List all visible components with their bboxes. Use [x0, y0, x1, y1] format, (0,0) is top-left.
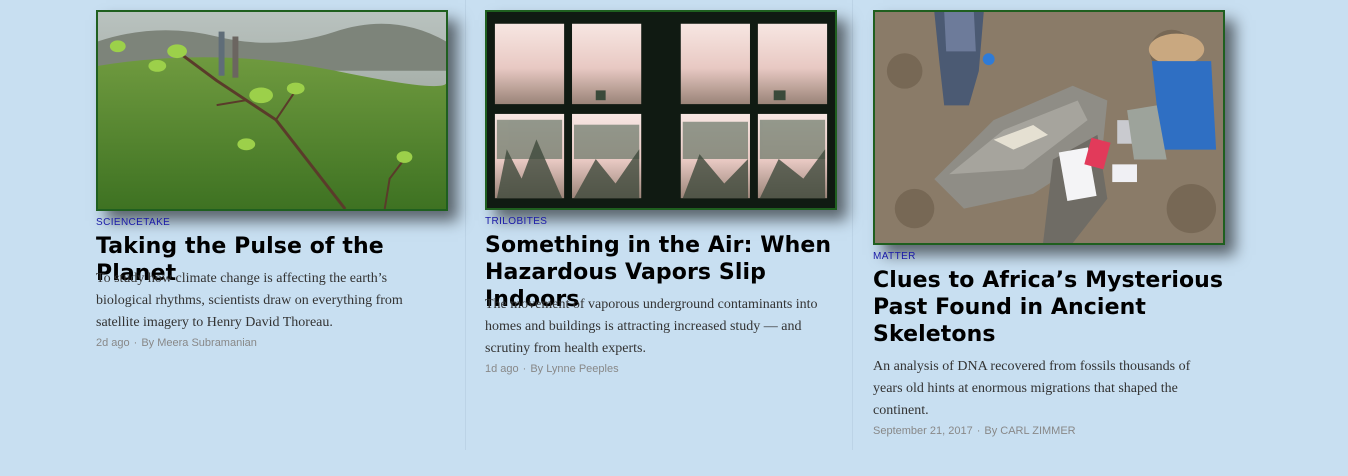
article-summary: An analysis of DNA recovered from fossil… — [873, 359, 1191, 418]
article-meta: September 21, 2017 · By CARL ZIMMER — [873, 425, 1076, 437]
article-image-budding-branch[interactable] — [96, 10, 448, 211]
article-headline[interactable]: Clues to Africa’s Mysterious Past Found … — [873, 267, 1233, 348]
meta-separator: · — [133, 337, 138, 349]
article-date: 2d ago — [96, 337, 130, 349]
article-kicker[interactable]: Trilobites — [485, 216, 547, 227]
meta-separator: · — [522, 363, 527, 375]
article-summary: To study how climate change is affecting… — [96, 271, 403, 330]
article-byline: By Meera Subramanian — [141, 337, 257, 349]
article-meta: 1d ago · By Lynne Peeples — [485, 363, 619, 375]
article-date: September 21, 2017 — [873, 425, 973, 437]
meta-separator: · — [976, 425, 981, 437]
article-byline: By CARL ZIMMER — [984, 425, 1076, 437]
article-kicker[interactable]: Matter — [873, 251, 916, 262]
article-kicker[interactable]: ScienceTake — [96, 217, 170, 228]
article-image-foggy-window[interactable] — [485, 10, 837, 210]
column-divider — [465, 0, 466, 450]
article-date: 1d ago — [485, 363, 519, 375]
article-byline: By Lynne Peeples — [530, 363, 619, 375]
article-image-excavation-rock[interactable] — [873, 10, 1225, 245]
article-summary: The movement of vaporous underground con… — [485, 297, 818, 356]
article-meta: 2d ago · By Meera Subramanian — [96, 337, 257, 349]
column-divider — [852, 0, 853, 450]
